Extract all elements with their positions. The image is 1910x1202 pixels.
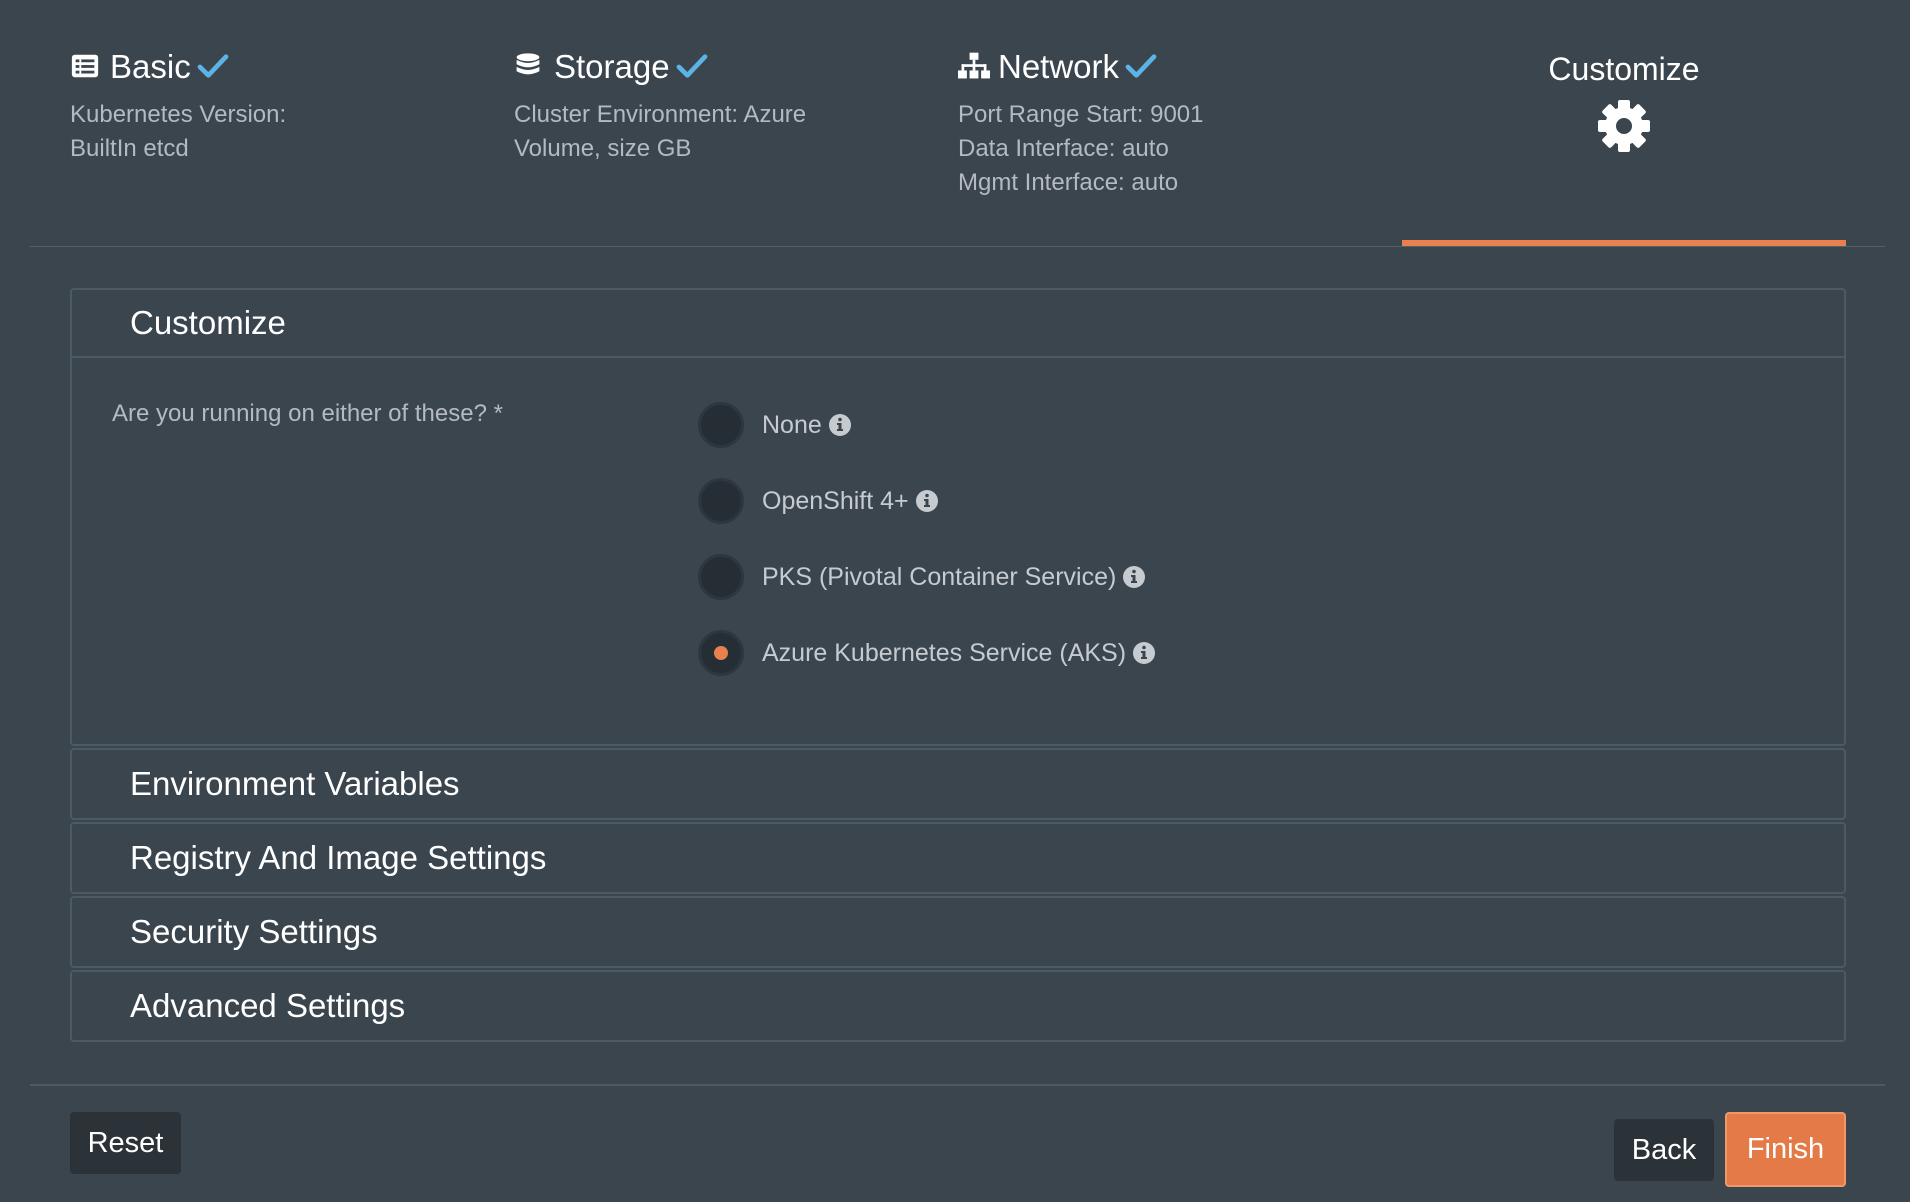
footer-divider bbox=[30, 1084, 1885, 1086]
step-basic-detail: Kubernetes Version: bbox=[70, 101, 287, 128]
customize-panel: Customize Are you running on either of t… bbox=[70, 288, 1846, 746]
radio-label: PKS (Pivotal Container Service) bbox=[762, 562, 1117, 591]
step-storage[interactable]: Storage Cluster Environment: Azure Volum… bbox=[514, 46, 806, 166]
radio-button-selected[interactable] bbox=[698, 630, 744, 676]
platform-question-label: Are you running on either of these? * bbox=[112, 400, 503, 427]
gear-icon bbox=[1596, 98, 1652, 154]
step-basic[interactable]: Basic Kubernetes Version: BuiltIn etcd bbox=[70, 46, 286, 166]
step-network-title: Network bbox=[998, 48, 1120, 85]
radio-label: None bbox=[762, 410, 822, 439]
info-icon[interactable] bbox=[1122, 565, 1146, 589]
step-basic-detail: BuiltIn etcd bbox=[70, 135, 189, 162]
step-storage-detail: Volume, size GB bbox=[514, 135, 692, 162]
radio-option-none[interactable]: None bbox=[698, 400, 1156, 450]
reset-button[interactable]: Reset bbox=[70, 1112, 181, 1174]
step-network-detail: Data Interface: auto bbox=[958, 135, 1169, 162]
radio-button[interactable] bbox=[698, 478, 744, 524]
info-icon[interactable] bbox=[1132, 641, 1156, 665]
step-network-header: Network bbox=[958, 46, 1203, 88]
registry-image-settings-section[interactable]: Registry And Image Settings bbox=[70, 822, 1846, 894]
checkmark-icon bbox=[676, 52, 710, 82]
back-button[interactable]: Back bbox=[1614, 1119, 1714, 1181]
radio-selected-dot bbox=[714, 646, 728, 660]
sitemap-icon bbox=[958, 51, 990, 83]
radio-button[interactable] bbox=[698, 402, 744, 448]
step-storage-header: Storage bbox=[514, 46, 806, 88]
step-storage-detail: Cluster Environment: Azure bbox=[514, 101, 807, 128]
step-storage-title: Storage bbox=[554, 48, 670, 85]
step-basic-header: Basic bbox=[70, 46, 286, 88]
active-step-indicator bbox=[1402, 240, 1846, 246]
steps-divider bbox=[30, 246, 1885, 247]
radio-label: OpenShift 4+ bbox=[762, 486, 909, 515]
radio-button[interactable] bbox=[698, 554, 744, 600]
info-icon[interactable] bbox=[828, 413, 852, 437]
section-title: Security Settings bbox=[130, 913, 378, 950]
customize-panel-title[interactable]: Customize bbox=[72, 290, 1844, 358]
advanced-settings-section[interactable]: Advanced Settings bbox=[70, 970, 1846, 1042]
info-icon[interactable] bbox=[915, 489, 939, 513]
database-icon bbox=[514, 51, 546, 83]
section-title: Registry And Image Settings bbox=[130, 839, 547, 876]
list-icon bbox=[70, 51, 102, 83]
security-settings-section[interactable]: Security Settings bbox=[70, 896, 1846, 968]
step-customize[interactable]: Customize bbox=[1402, 46, 1846, 159]
environment-variables-section[interactable]: Environment Variables bbox=[70, 748, 1846, 820]
step-network-detail: Mgmt Interface: auto bbox=[958, 169, 1179, 196]
step-customize-title: Customize bbox=[1548, 51, 1700, 87]
radio-option-openshift[interactable]: OpenShift 4+ bbox=[698, 476, 1156, 526]
wizard-steps: Basic Kubernetes Version: BuiltIn etcd S… bbox=[0, 0, 1910, 247]
step-network-detail: Port Range Start: 9001 bbox=[958, 101, 1204, 128]
radio-label: Azure Kubernetes Service (AKS) bbox=[762, 638, 1127, 667]
radio-option-pks[interactable]: PKS (Pivotal Container Service) bbox=[698, 552, 1156, 602]
finish-button[interactable]: Finish bbox=[1725, 1112, 1846, 1187]
section-title: Advanced Settings bbox=[130, 987, 406, 1024]
checkmark-icon bbox=[1125, 52, 1159, 82]
step-network[interactable]: Network Port Range Start: 9001 Data Inte… bbox=[958, 46, 1203, 200]
platform-radio-group: None OpenShift 4+ PKS (Pivotal Container… bbox=[698, 400, 1156, 704]
step-basic-title: Basic bbox=[110, 48, 191, 85]
section-title: Environment Variables bbox=[130, 765, 460, 802]
radio-option-aks[interactable]: Azure Kubernetes Service (AKS) bbox=[698, 628, 1156, 678]
checkmark-icon bbox=[197, 52, 231, 82]
